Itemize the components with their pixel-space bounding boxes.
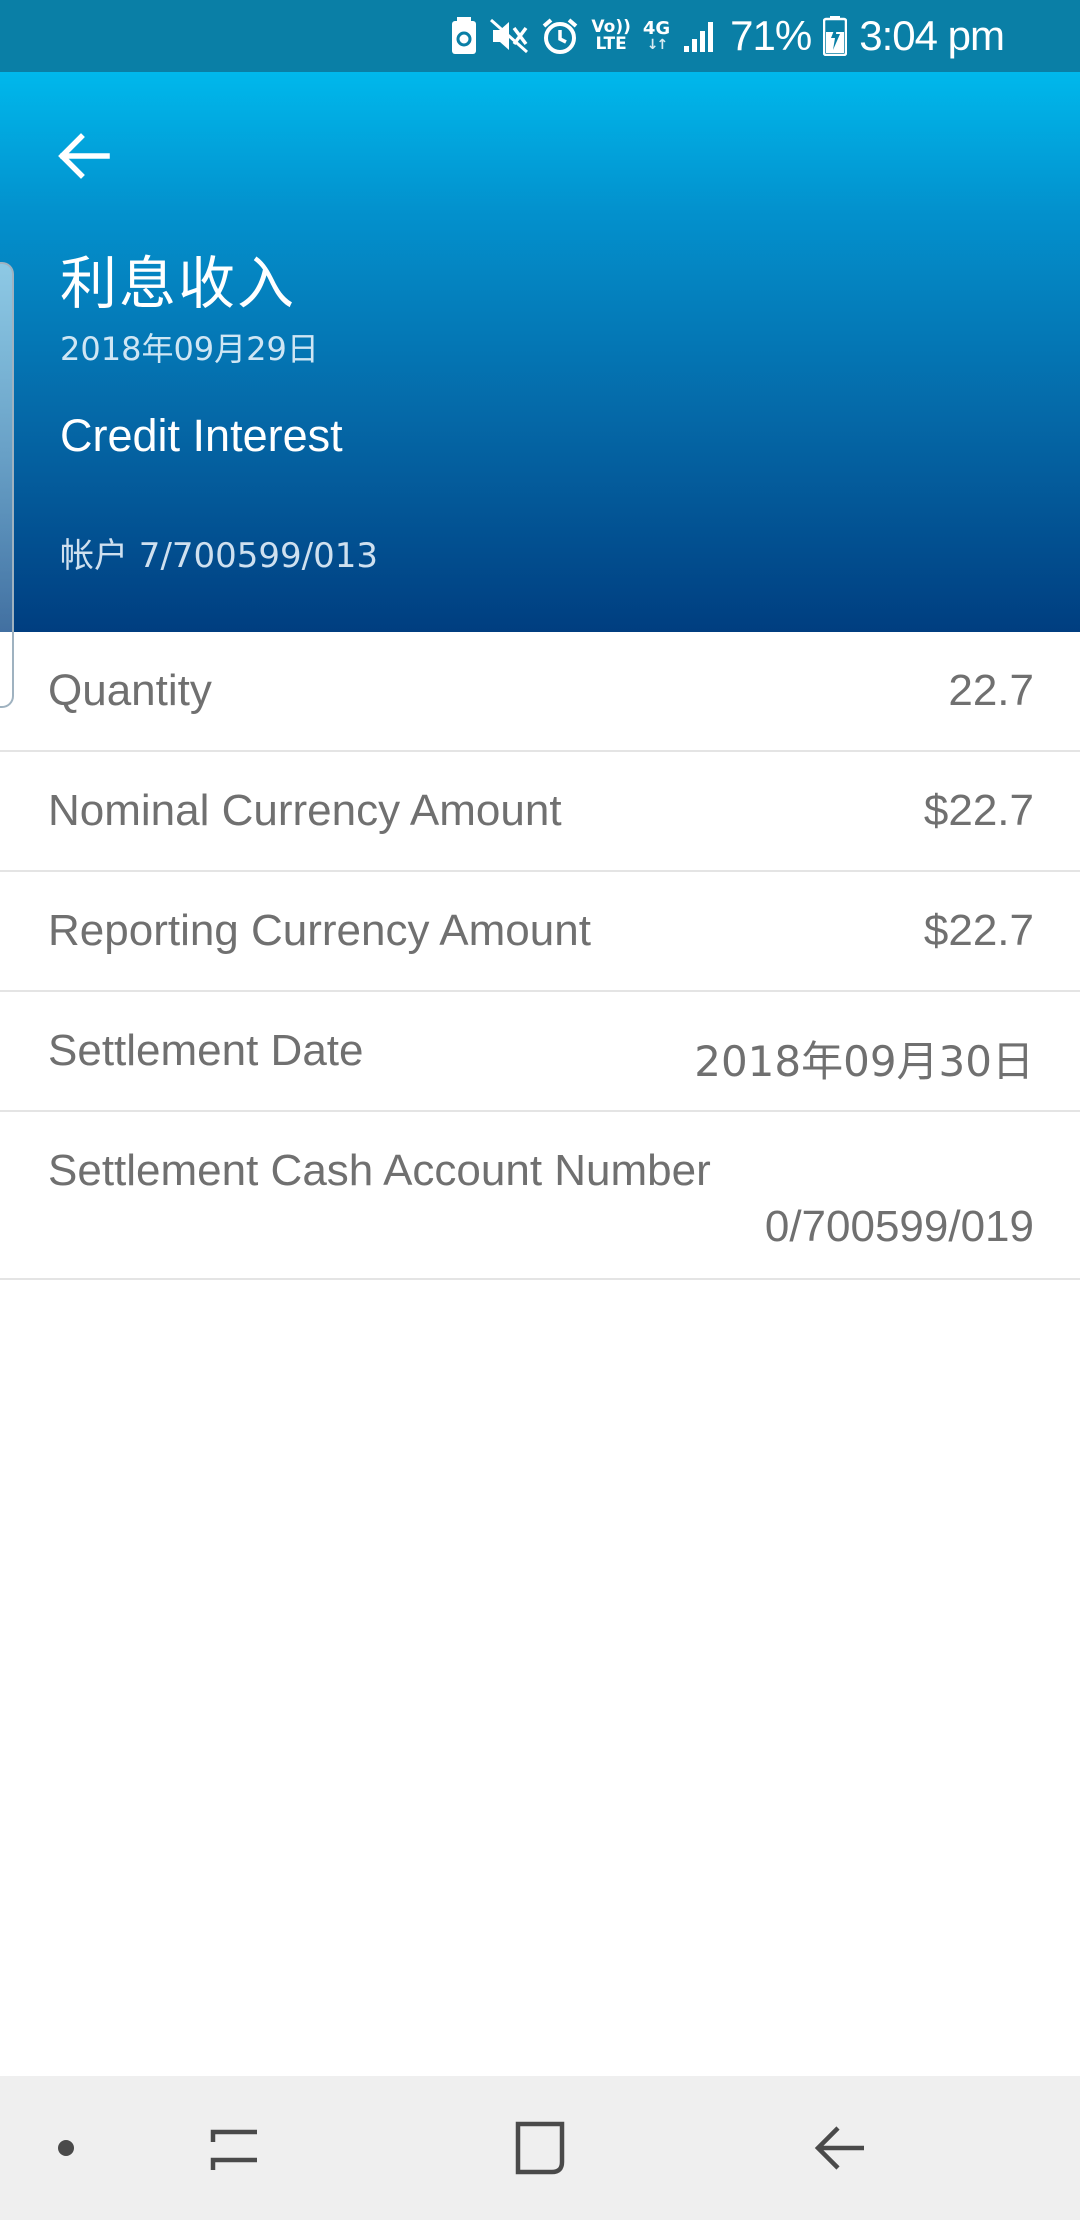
transaction-header: 利息收入 2018年09月29日 Credit Interest 帐户 7/70… [0,72,1080,632]
home-icon [515,2121,565,2175]
status-icons: Vo)) LTE 4G ↓↑ 71% 3:04 pm [451,0,1005,72]
volte-bottom-text: LTE [595,34,627,54]
transaction-type: Credit Interest [60,410,343,461]
back-button[interactable] [48,120,120,192]
alarm-icon [541,17,579,55]
row-label: Reporting Currency Amount [48,906,591,955]
row-value: $22.7 [923,786,1034,835]
transaction-date: 2018年09月29日 [60,330,319,368]
dot-icon [58,2140,74,2156]
edge-panel-handle[interactable] [0,262,14,708]
page-title: 利息收入 [60,251,296,317]
recent-apps-button[interactable] [190,2076,280,2220]
battery-charging-icon [823,16,848,56]
row-value: 22.7 [948,666,1034,715]
4g-data-icon: 4G ↓↑ [642,18,671,53]
clock: 3:04 pm [859,12,1005,59]
back-nav-button[interactable] [795,2076,885,2220]
mute-icon [489,18,529,54]
volte-icon: Vo)) LTE [591,19,630,53]
detail-row-nominal-amount: Nominal Currency Amount $22.7 [0,752,1080,872]
navigation-bar [0,2076,1080,2220]
battery-percent: 71% [730,12,812,59]
battery-saver-icon [451,17,477,55]
row-label: Settlement Cash Account Number [48,1146,711,1195]
detail-row-settlement-account: Settlement Cash Account Number 0/700599/… [0,1112,1080,1280]
detail-row-settlement-date: Settlement Date 2018年09月30日 [0,992,1080,1112]
recent-apps-icon [210,2129,257,2170]
arrow-left-icon [58,133,110,179]
row-label: Quantity [48,666,212,715]
network-type-text: 4G [642,18,671,39]
status-bar: Vo)) LTE 4G ↓↑ 71% 3:04 pm [0,0,1080,72]
detail-row-quantity: Quantity 22.7 [0,632,1080,752]
back-icon [814,2126,864,2170]
detail-list: Quantity 22.7 Nominal Currency Amount $2… [0,632,1080,1280]
account-number: 帐户 7/700599/013 [60,536,379,576]
row-value: 0/700599/019 [764,1202,1034,1251]
row-label: Nominal Currency Amount [48,786,562,835]
detail-row-reporting-amount: Reporting Currency Amount $22.7 [0,872,1080,992]
signal-icon [682,18,718,54]
dot-button[interactable] [36,2076,96,2220]
row-value: $22.7 [923,906,1034,955]
row-value: 2018年09月30日 [694,1037,1034,1086]
row-label: Settlement Date [48,1026,364,1075]
home-button[interactable] [495,2076,585,2220]
